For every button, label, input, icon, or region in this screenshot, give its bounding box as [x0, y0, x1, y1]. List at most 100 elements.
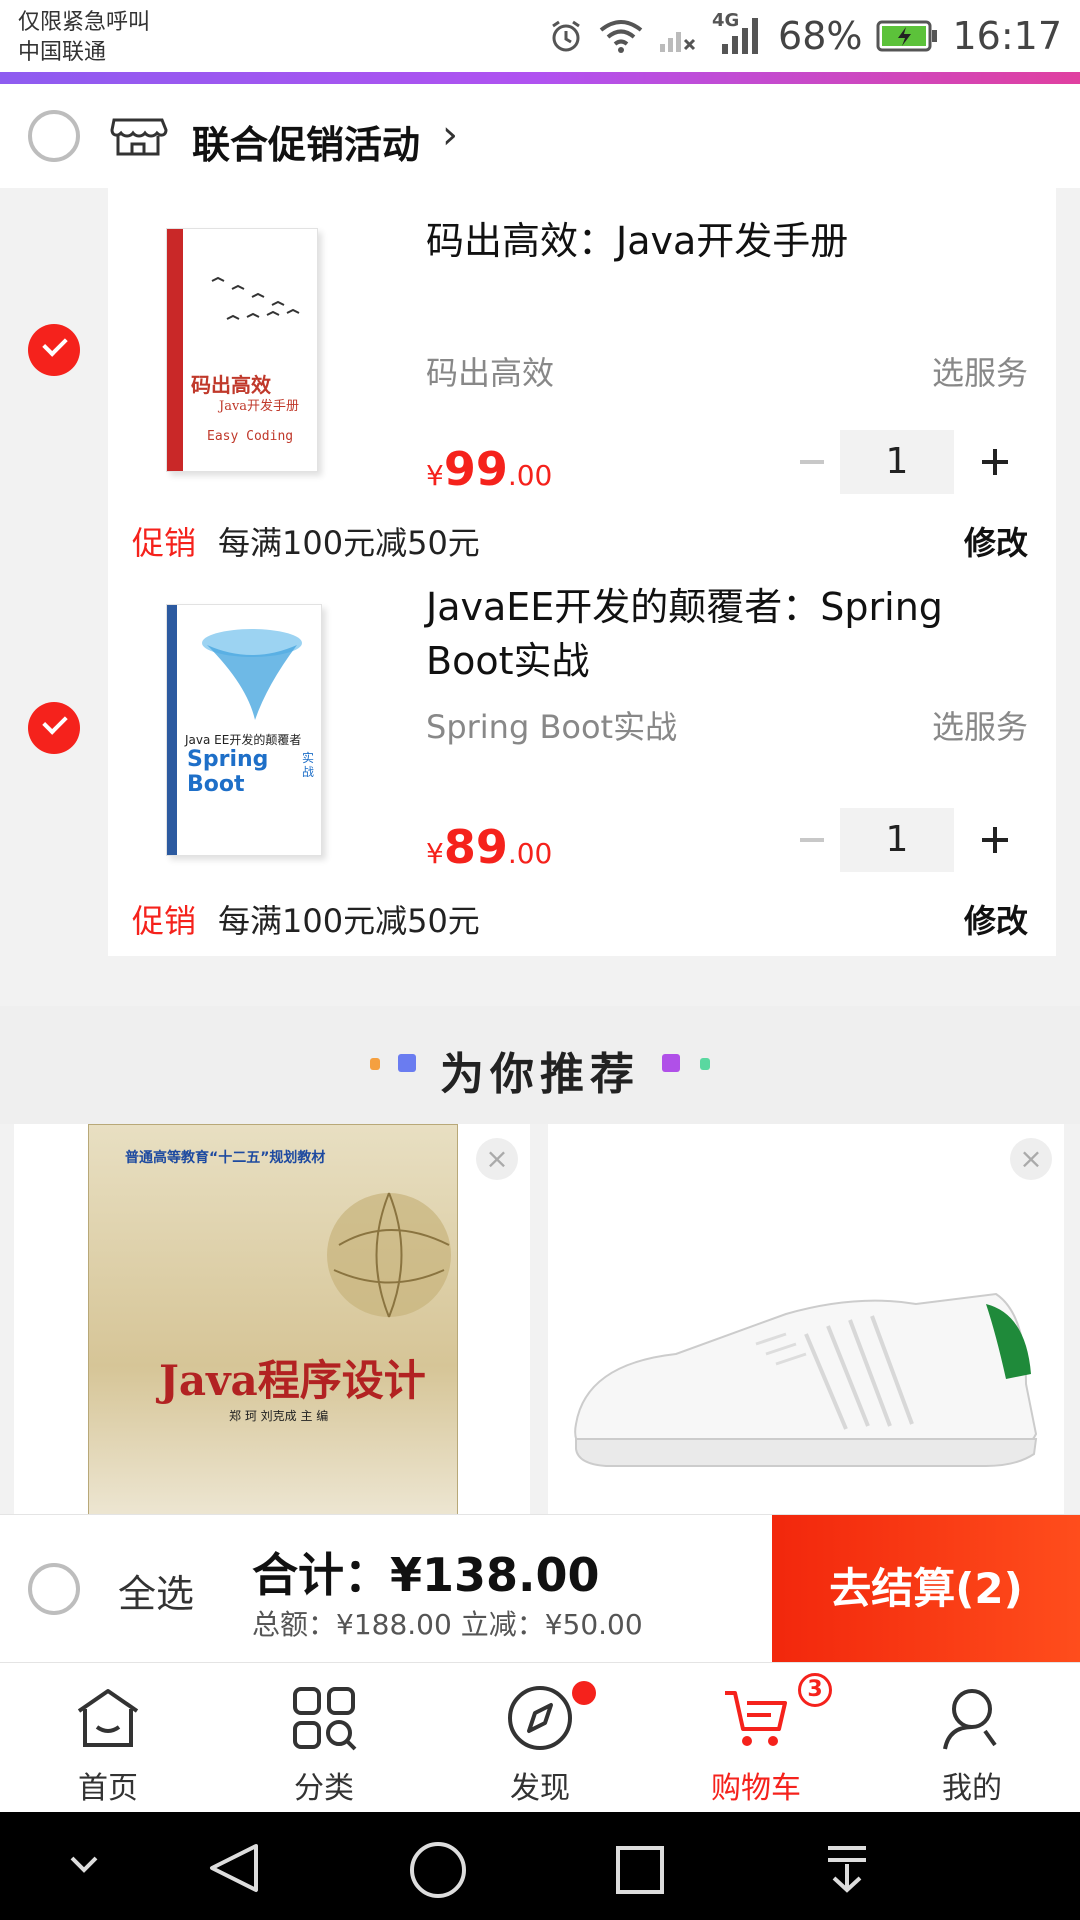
cover-series: 普通高等教育“十二五”规划教材 — [125, 1150, 326, 1166]
battery-charging-icon — [876, 20, 938, 52]
product-price: ¥99.00 — [426, 442, 552, 496]
battery-percent: 68% — [778, 14, 863, 58]
select-service-link[interactable]: 选服务 — [932, 702, 1028, 748]
price-integer: 89 — [443, 820, 508, 874]
item-2-checkbox[interactable] — [28, 702, 80, 754]
select-service-link[interactable]: 选服务 — [932, 348, 1028, 394]
recents-icon[interactable] — [614, 1844, 666, 1896]
price-currency: ¥ — [426, 837, 444, 870]
tab-home[interactable]: 首页 — [0, 1663, 216, 1813]
tab-label: 发现 — [510, 1771, 570, 1806]
signal-4g-icon: 4G — [712, 10, 764, 56]
promo-tag: 促销 — [132, 524, 197, 562]
tab-label: 分类 — [294, 1771, 354, 1806]
product-image[interactable]: 码出高效 Java开发手册 Easy Coding — [166, 228, 318, 472]
price-integer: 99 — [443, 442, 508, 496]
price-currency: ¥ — [426, 459, 444, 492]
product-subtitle: Spring Boot实战 — [426, 708, 678, 746]
globe-illustration — [327, 1192, 451, 1318]
tab-profile[interactable]: 我的 — [864, 1663, 1080, 1813]
promo-tag: 促销 — [132, 902, 197, 940]
carrier-info: 仅限紧急呼叫 中国联通 — [18, 8, 150, 68]
status-bar: 仅限紧急呼叫 中国联通 4G 68% 16:17 — [0, 0, 1080, 72]
cover-footer: Easy Coding — [207, 429, 294, 444]
price-decimal: .00 — [507, 459, 553, 492]
decrease-qty-button[interactable] — [794, 442, 834, 482]
home-circle-icon[interactable] — [408, 1840, 468, 1900]
promo-group-select-radio[interactable] — [28, 110, 80, 162]
cart-count-badge: 3 — [798, 1673, 832, 1707]
back-icon[interactable] — [206, 1842, 262, 1894]
carrier-line-2: 中国联通 — [18, 40, 107, 65]
product-subtitle: 码出高效 — [426, 354, 555, 392]
cover-authors: 郑 珂 刘克成 主 编 — [229, 1409, 329, 1423]
wifi-icon — [599, 20, 643, 53]
tornado-illustration — [202, 629, 302, 720]
system-nav-bar — [0, 1812, 1080, 1920]
recommend-title: 为你推荐 — [440, 1049, 640, 1100]
tab-category[interactable]: 分类 — [216, 1663, 432, 1813]
signal-empty-icon — [660, 32, 696, 52]
total-amount: 合计：¥138.00 — [252, 1548, 600, 1602]
close-icon[interactable]: × — [1010, 1138, 1052, 1180]
quantity-field[interactable]: 1 — [840, 430, 954, 494]
cover-title: Java程序设计 — [159, 1356, 426, 1405]
compass-icon — [508, 1686, 572, 1750]
notification-dot — [572, 1681, 596, 1705]
profile-icon — [943, 1689, 997, 1750]
cover-title: 码出高效 — [191, 373, 271, 397]
status-icons: 4G 68% 16:17 — [548, 10, 1062, 58]
promo-group-header[interactable]: 联合促销活动 › — [0, 84, 1080, 188]
alarm-icon — [552, 20, 580, 52]
chevron-down-icon[interactable] — [66, 1850, 102, 1880]
increase-qty-button[interactable] — [974, 442, 1014, 482]
tab-cart[interactable]: 3 购物车 — [648, 1663, 864, 1813]
recommend-card[interactable]: 普通高等教育“十二五”规划教材 Java程序设计 郑 珂 刘克成 主 编 × — [14, 1124, 530, 1564]
cart-icon — [725, 1691, 787, 1746]
product-image[interactable]: Java EE开发的颠覆者 Spring Boot 实战 — [166, 604, 322, 856]
decrease-qty-button[interactable] — [794, 820, 834, 860]
clock: 16:17 — [952, 14, 1062, 58]
select-all-radio[interactable] — [28, 1563, 80, 1615]
category-icon — [293, 1687, 357, 1751]
close-icon[interactable]: × — [476, 1138, 518, 1180]
price-decimal: .00 — [507, 837, 553, 870]
product-image: 普通高等教育“十二五”规划教材 Java程序设计 郑 珂 刘克成 主 编 — [88, 1124, 458, 1564]
cover-subtitle: Java开发手册 — [219, 399, 300, 414]
cover-badge: 实战 — [302, 751, 315, 779]
product-name[interactable]: JavaEE开发的颠覆者：Spring Boot实战 — [426, 580, 1026, 688]
checkout-button[interactable]: 去结算(2) — [772, 1515, 1080, 1663]
promo-description: 每满100元减50元 — [218, 902, 480, 940]
checkout-bar: 全选 合计：¥138.00 总额：¥188.00 立减：¥50.00 去结算(2… — [0, 1514, 1080, 1663]
recommend-card[interactable]: × — [548, 1124, 1064, 1564]
cart-item: Java EE开发的颠覆者 Spring Boot 实战 JavaEE开发的颠覆… — [108, 566, 1056, 944]
header-accent-line — [0, 72, 1080, 84]
increase-qty-button[interactable] — [974, 820, 1014, 860]
modify-promo-button[interactable]: 修改 — [964, 896, 1028, 942]
tab-label: 我的 — [942, 1771, 1002, 1806]
cart-item-list: 码出高效 Java开发手册 Easy Coding 码出高效：Java开发手册 … — [108, 188, 1056, 956]
cover-title: Java EE开发的颠覆者 — [185, 733, 302, 747]
cover-subtitle: Spring Boot — [187, 747, 269, 797]
subtotal-discount: 总额：¥188.00 立减：¥50.00 — [252, 1608, 643, 1641]
promo-description: 每满100元减50元 — [218, 524, 480, 562]
bottom-tab-bar: 首页 分类 发现 3 购物车 我的 — [0, 1662, 1080, 1812]
product-name[interactable]: 码出高效：Java开发手册 — [426, 214, 1026, 268]
sneaker-image — [574, 1292, 1038, 1467]
select-all-label[interactable]: 全选 — [118, 1563, 194, 1618]
tab-label: 购物车 — [711, 1771, 801, 1806]
chevron-right-icon: › — [442, 112, 458, 158]
item-1-checkbox[interactable] — [28, 324, 80, 376]
tab-discover[interactable]: 发现 — [432, 1663, 648, 1813]
home-icon — [77, 1689, 139, 1747]
modify-promo-button[interactable]: 修改 — [964, 518, 1028, 564]
store-icon — [110, 118, 168, 156]
tab-label: 首页 — [78, 1771, 138, 1806]
product-price: ¥89.00 — [426, 820, 552, 874]
notification-pulldown-icon[interactable] — [822, 1842, 872, 1896]
quantity-field[interactable]: 1 — [840, 808, 954, 872]
carrier-line-1: 仅限紧急呼叫 — [18, 10, 151, 35]
cart-item: 码出高效 Java开发手册 Easy Coding 码出高效：Java开发手册 … — [108, 188, 1056, 566]
promo-group-title: 联合促销活动 — [192, 123, 421, 167]
recommend-header: 为你推荐 — [0, 1006, 1080, 1124]
